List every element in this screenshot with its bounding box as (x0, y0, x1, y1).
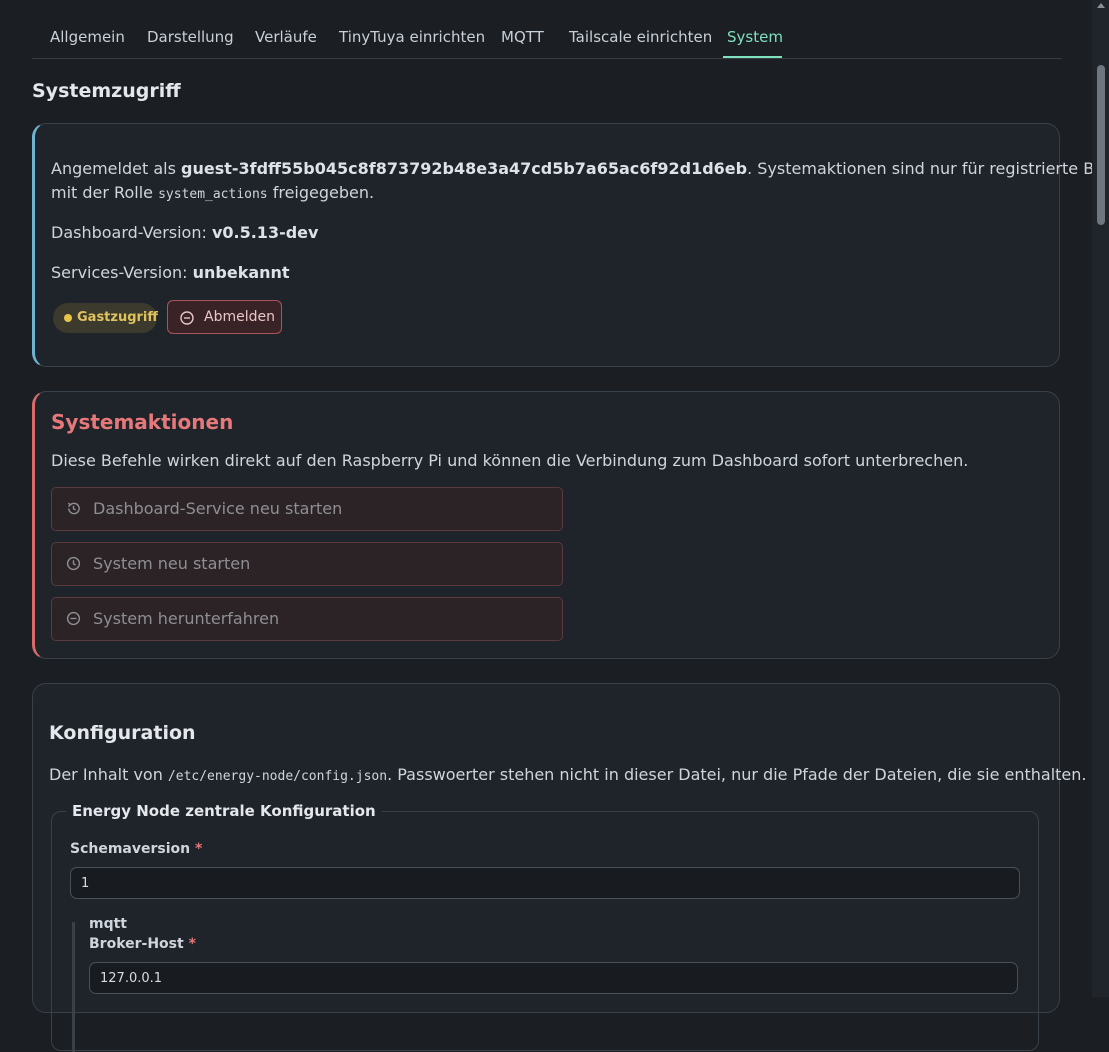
tab-tinytuya[interactable]: TinyTuya einrichten (339, 28, 485, 46)
active-tab-indicator (723, 56, 782, 58)
shutdown-system-button[interactable]: System herunterfahren (51, 597, 563, 641)
system-actions-card: Systemaktionen Diese Befehle wirken dire… (32, 391, 1060, 659)
system-actions-description: Diese Befehle wirken direkt auf den Rasp… (51, 451, 969, 470)
services-version-value: unbekannt (192, 263, 290, 282)
restart-dashboard-button[interactable]: Dashboard-Service neu starten (51, 487, 563, 531)
guest-access-label: Gastzugriff (77, 310, 158, 325)
configuration-title: Konfiguration (49, 722, 196, 744)
history-icon (66, 501, 81, 520)
logged-in-suffix: . Systemaktionen sind nur für registrier… (747, 159, 1109, 178)
mqtt-group-title: mqtt (89, 916, 127, 932)
scrollbar-thumb[interactable] (1097, 65, 1105, 225)
services-version: Services-Version: unbekannt (51, 263, 290, 282)
status-dot-icon (64, 314, 72, 322)
broker-host-input[interactable]: 127.0.0.1 (89, 962, 1018, 994)
minus-circle-icon (66, 611, 81, 630)
shutdown-system-label: System herunterfahren (93, 609, 280, 628)
logged-in-prefix: Angemeldet als (51, 159, 181, 178)
config-path: /etc/energy-node/config.json (167, 769, 388, 784)
settings-page: Allgemein Darstellung Verläufe TinyTuya … (0, 0, 1109, 1052)
config-desc-prefix: Der Inhalt von (49, 765, 168, 784)
logout-button[interactable]: Abmelden (167, 300, 282, 334)
tab-system[interactable]: System (727, 28, 783, 46)
config-fieldset: Energy Node zentrale Konfiguration Schem… (51, 802, 1039, 1052)
tab-darstellung[interactable]: Darstellung (147, 28, 234, 46)
section-title: Systemzugriff (32, 80, 181, 102)
broker-host-text: Broker-Host (89, 936, 184, 952)
schema-version-input[interactable]: 1 (70, 867, 1020, 899)
role-line: mit der Rolle system_actions freigegeben… (51, 183, 374, 202)
required-mark: * (195, 841, 203, 857)
configuration-description: Der Inhalt von /etc/energy-node/config.j… (49, 765, 1087, 784)
tab-mqtt[interactable]: MQTT (501, 28, 544, 46)
role-suffix: freigegeben. (267, 183, 375, 202)
restart-system-label: System neu starten (93, 554, 251, 573)
fieldset-legend: Energy Node zentrale Konfiguration (66, 802, 382, 820)
dashboard-version: Dashboard-Version: v0.5.13-dev (51, 223, 318, 242)
restart-dashboard-label: Dashboard-Service neu starten (93, 499, 343, 518)
restart-system-button[interactable]: System neu starten (51, 542, 563, 586)
services-version-label: Services-Version: (51, 263, 193, 282)
role-name: system_actions (158, 187, 268, 202)
required-mark: * (188, 936, 196, 952)
mqtt-group-bar (72, 922, 75, 1052)
minus-circle-icon (180, 310, 194, 329)
schema-version-label: Schemaversion * (70, 841, 202, 857)
tab-tailscale[interactable]: Tailscale einrichten (569, 28, 712, 46)
settings-tabs: Allgemein Darstellung Verläufe TinyTuya … (32, 0, 1062, 59)
access-info-card: Angemeldet als guest-3fdff55b045c8f87379… (32, 123, 1109, 367)
broker-host-label: Broker-Host * (89, 936, 196, 952)
username: guest-3fdff55b045c8f873792b48e3a47cd5b7a… (181, 159, 748, 178)
dashboard-version-value: v0.5.13-dev (211, 223, 319, 242)
schema-version-text: Schemaversion (70, 841, 191, 857)
config-desc-suffix: . Passwoerter stehen nicht in dieser Dat… (387, 765, 1087, 784)
tab-allgemein[interactable]: Allgemein (50, 28, 125, 46)
guest-access-badge: Gastzugriff (53, 303, 158, 333)
logged-in-line: Angemeldet als guest-3fdff55b045c8f87379… (51, 159, 1109, 178)
configuration-card: Konfiguration Der Inhalt von /etc/energy… (32, 683, 1087, 1052)
clock-icon (66, 556, 81, 575)
page-scrollbar[interactable] (1092, 0, 1109, 997)
system-actions-title: Systemaktionen (51, 410, 234, 434)
role-prefix: mit der Rolle (51, 183, 159, 202)
tab-verlaeufe[interactable]: Verläufe (255, 28, 317, 46)
logout-label: Abmelden (204, 309, 275, 325)
dashboard-version-label: Dashboard-Version: (51, 223, 212, 242)
scroll-up-icon[interactable] (1097, 3, 1105, 8)
